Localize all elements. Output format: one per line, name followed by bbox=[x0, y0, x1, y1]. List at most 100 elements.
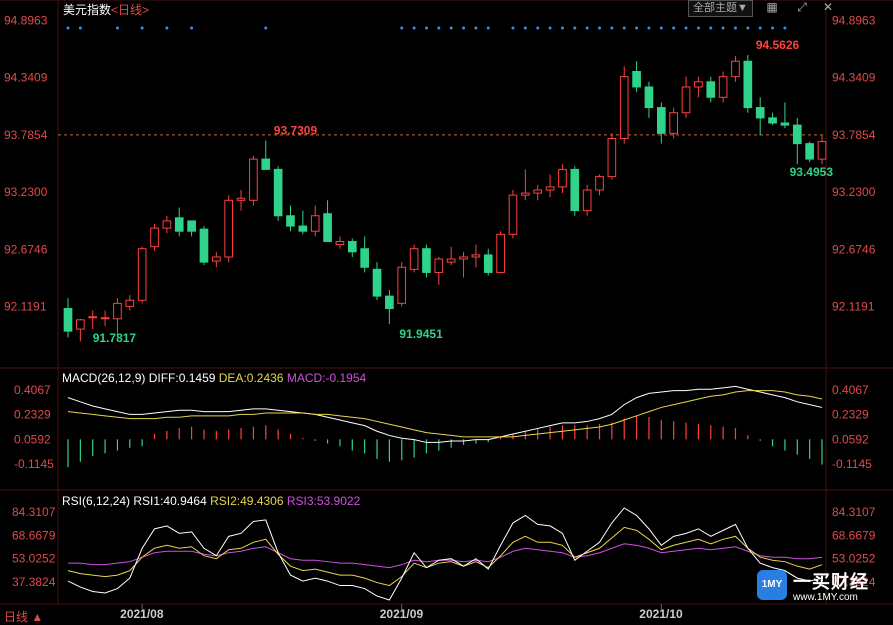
signal-dot bbox=[771, 26, 775, 30]
candle-body bbox=[780, 122, 790, 126]
candle-body bbox=[162, 220, 172, 229]
candle-body bbox=[174, 217, 184, 232]
macd-axis-label-right: 0.4067 bbox=[832, 383, 869, 397]
candle-body bbox=[545, 186, 555, 191]
candle-body bbox=[446, 258, 456, 263]
signal-dot bbox=[573, 26, 577, 30]
signal-dot bbox=[140, 26, 144, 30]
rsi-axis-label-right: 84.3107 bbox=[832, 505, 876, 519]
candle-body bbox=[224, 199, 234, 258]
signal-dot bbox=[536, 26, 540, 30]
signal-dot bbox=[548, 26, 552, 30]
candle-body bbox=[669, 112, 679, 134]
signal-dot bbox=[709, 26, 713, 30]
signal-dot bbox=[400, 26, 404, 30]
candle-body bbox=[236, 197, 246, 201]
rsi-axis-label-right: 68.6679 bbox=[832, 528, 876, 542]
macd-macd-value: MACD:-0.1954 bbox=[286, 371, 367, 385]
grid-icon[interactable]: ▦ bbox=[764, 0, 780, 15]
signal-dot bbox=[165, 26, 169, 30]
candle-body bbox=[199, 228, 209, 263]
instrument-title: 美元指数 bbox=[63, 3, 112, 17]
signal-dot bbox=[598, 26, 602, 30]
signal-dot bbox=[746, 26, 750, 30]
price-annotation: 94.5626 bbox=[756, 38, 800, 52]
candle-body bbox=[681, 86, 691, 114]
candle-body bbox=[607, 137, 617, 178]
candle-body bbox=[656, 107, 666, 134]
price-axis-label-right: 94.8963 bbox=[832, 13, 876, 27]
signal-dot bbox=[462, 26, 466, 30]
price-axis-label-left: 94.8963 bbox=[4, 13, 48, 27]
close-icon[interactable]: ✕ bbox=[820, 0, 836, 15]
candle-body bbox=[137, 248, 147, 301]
rsi3-value: RSI3:53.9022 bbox=[286, 494, 361, 508]
candle-body bbox=[805, 143, 814, 160]
rsi-axis-label-right: 53.0252 bbox=[832, 552, 876, 566]
candle-body bbox=[100, 317, 110, 320]
period-toggle[interactable]: 日线 ▲ bbox=[4, 608, 43, 625]
macd-diff-value: DIFF:0.1459 bbox=[148, 371, 216, 385]
candle-body bbox=[150, 227, 159, 248]
rsi3-line bbox=[68, 543, 823, 569]
price-axis-label-right: 94.3409 bbox=[832, 71, 876, 85]
candle-body bbox=[385, 295, 394, 309]
macd-axis-label-right: 0.2329 bbox=[832, 408, 869, 422]
diff-line bbox=[67, 385, 823, 443]
signal-dot bbox=[474, 26, 478, 30]
period-link[interactable]: <日线> bbox=[111, 3, 149, 17]
rsi2-line bbox=[67, 526, 823, 587]
signal-dot bbox=[66, 26, 70, 30]
candle-body bbox=[817, 141, 827, 160]
signal-dot bbox=[647, 26, 651, 30]
signal-dot bbox=[585, 26, 589, 30]
candle-body bbox=[310, 215, 320, 232]
candle-body bbox=[422, 248, 431, 273]
candle-body bbox=[582, 189, 592, 212]
signal-dot bbox=[721, 26, 725, 30]
candle-body bbox=[619, 76, 629, 139]
candle-body bbox=[261, 158, 271, 170]
candle-body bbox=[706, 81, 716, 98]
candle-body bbox=[471, 254, 481, 258]
price-annotation: 91.7817 bbox=[93, 331, 137, 345]
signal-dot bbox=[783, 26, 787, 30]
candle-body bbox=[755, 107, 765, 119]
logo-url: www.1MY.com bbox=[793, 592, 858, 603]
candle-body bbox=[792, 124, 802, 145]
rsi-legend: RSI(6,12,24) RSI1:40.9464 RSI2:49.4306 R… bbox=[62, 494, 360, 508]
signal-dot bbox=[511, 26, 515, 30]
logo-text: 一买财经 bbox=[793, 572, 869, 592]
candle-body bbox=[63, 307, 73, 332]
price-axis-label-right: 92.6746 bbox=[832, 242, 876, 256]
candle-body bbox=[632, 71, 641, 88]
candle-body bbox=[211, 256, 221, 262]
price-axis-label-left: 94.3409 bbox=[4, 71, 48, 85]
theme-dropdown-button[interactable]: 全部主题▼ bbox=[688, 0, 753, 17]
candle-body bbox=[595, 176, 604, 191]
candle-body bbox=[113, 302, 122, 320]
price-annotation: 93.4953 bbox=[790, 165, 834, 179]
candle-body bbox=[644, 86, 654, 109]
rsi-axis-label-left: 84.3107 bbox=[12, 505, 56, 519]
price-axis-label-left: 93.2300 bbox=[4, 185, 48, 199]
price-axis-label-right: 92.1191 bbox=[832, 300, 875, 314]
signal-dot bbox=[696, 26, 700, 30]
date-label: 2021/08 bbox=[120, 607, 164, 621]
signal-dot bbox=[523, 26, 527, 30]
macd-axis-label-left: -0.1145 bbox=[14, 457, 54, 471]
candle-body bbox=[694, 81, 703, 88]
candle-body bbox=[521, 192, 530, 196]
signal-dot bbox=[672, 26, 676, 30]
candle-body bbox=[496, 233, 505, 273]
candle-body bbox=[360, 248, 369, 268]
rsi1-line bbox=[67, 507, 823, 601]
date-label: 2021/10 bbox=[639, 607, 683, 621]
signal-dot bbox=[190, 26, 194, 30]
signal-dot bbox=[733, 26, 737, 30]
logo-badge: 1MY bbox=[757, 570, 787, 600]
signal-dot bbox=[437, 26, 441, 30]
macd-axis-label-right: 0.0592 bbox=[832, 432, 869, 446]
expand-icon[interactable]: ⤢ bbox=[794, 0, 810, 15]
price-axis-label-left: 92.6746 bbox=[4, 242, 48, 256]
